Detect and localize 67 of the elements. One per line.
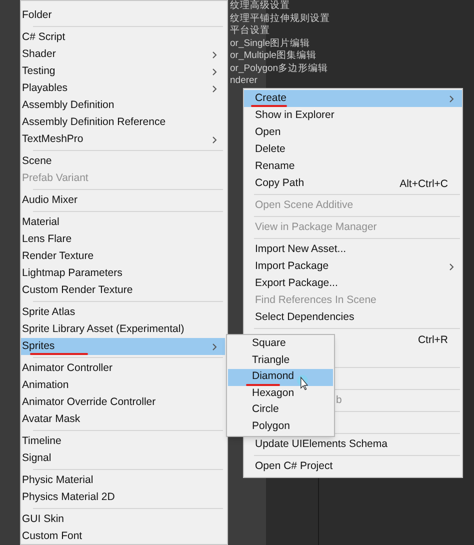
- menu-item[interactable]: GUI Skin: [21, 511, 225, 528]
- menu-item-text: b: [336, 392, 342, 408]
- menu-item[interactable]: Scene: [21, 153, 225, 170]
- menu-item[interactable]: TextMeshPro: [21, 131, 225, 148]
- shortcut-label: Ctrl+R: [418, 333, 448, 348]
- menu-item[interactable]: Copy Path Alt+Ctrl+C: [244, 175, 462, 192]
- menu-item[interactable]: Triangle: [228, 352, 333, 369]
- menu-item[interactable]: Export Package...: [244, 275, 462, 292]
- menu-item[interactable]: Shader: [21, 46, 225, 63]
- underline-mark: [251, 105, 287, 107]
- menu-item[interactable]: Select Dependencies: [244, 309, 462, 326]
- menu-item[interactable]: Open: [244, 124, 462, 141]
- menu-item[interactable]: Render Texture: [21, 248, 225, 265]
- chevron-right-icon: [212, 50, 217, 58]
- menu-item[interactable]: Sprite Library Asset (Experimental): [21, 321, 225, 338]
- menu-item[interactable]: Audio Mixer: [21, 192, 225, 209]
- menu-item[interactable]: Avatar Mask: [21, 411, 225, 428]
- menu-item[interactable]: Square: [228, 336, 333, 352]
- menu-item[interactable]: Hexagon: [228, 386, 333, 402]
- menu-item[interactable]: Assembly Definition: [21, 97, 225, 114]
- tree-item[interactable]: or_Polygon多边形编辑: [228, 62, 328, 75]
- menu-item[interactable]: Custom Font: [21, 528, 225, 544]
- underline-mark: [30, 353, 88, 355]
- tree-item[interactable]: or_Single图片编辑: [228, 38, 310, 50]
- menu-item[interactable]: Physics Material 2D: [21, 489, 225, 506]
- menu-item[interactable]: Rename: [244, 158, 462, 175]
- menu-item[interactable]: Delete: [244, 141, 462, 158]
- menu-item[interactable]: Animator Override Controller: [21, 394, 225, 411]
- chevron-right-icon: [212, 84, 217, 92]
- menu-item[interactable]: Open C# Project: [244, 458, 462, 475]
- menu-item[interactable]: Animator Controller: [21, 360, 225, 377]
- menu-item[interactable]: Lightmap Parameters: [21, 265, 225, 282]
- menu-item[interactable]: Circle: [228, 402, 333, 418]
- tree-item[interactable]: nderer: [228, 75, 258, 88]
- menu-item[interactable]: Material: [21, 214, 225, 231]
- menu-item[interactable]: Animation: [21, 377, 225, 394]
- menu-item[interactable]: Sprites: [21, 338, 225, 355]
- menu-item[interactable]: Timeline: [21, 433, 225, 450]
- tree-item[interactable]: 纹理平铺拉伸规则设置: [228, 12, 330, 25]
- menu-item[interactable]: Playables: [21, 80, 225, 97]
- tree-item[interactable]: or_Multiple图集编辑: [228, 50, 316, 62]
- menu-item[interactable]: Lens Flare: [21, 231, 225, 248]
- chevron-right-icon: [212, 342, 217, 350]
- menu-item[interactable]: Polygon: [228, 418, 333, 435]
- menu-item[interactable]: Create: [244, 90, 462, 107]
- chevron-right-icon: [449, 94, 454, 102]
- menu-item[interactable]: Sprite Atlas: [21, 304, 225, 321]
- underline-mark: [246, 384, 280, 386]
- chevron-right-icon: [449, 262, 454, 270]
- menu-item[interactable]: Import Package: [244, 258, 462, 275]
- shortcut-label: Alt+Ctrl+C: [400, 177, 448, 192]
- menu-item[interactable]: Folder: [21, 7, 225, 24]
- menu-item[interactable]: Testing: [21, 63, 225, 80]
- menu-item[interactable]: Show in Explorer: [244, 107, 462, 124]
- menu-item[interactable]: Update UIElements Schema: [244, 436, 462, 453]
- tree-item[interactable]: 平台设置: [228, 25, 270, 38]
- menu-item[interactable]: Signal: [21, 450, 225, 467]
- cursor-icon: [297, 375, 311, 392]
- menu-item[interactable]: Import New Asset...: [244, 241, 462, 258]
- menu-item[interactable]: C# Script: [21, 29, 225, 46]
- menu-item[interactable]: Assembly Definition Reference: [21, 114, 225, 131]
- menu-item[interactable]: Diamond: [228, 369, 333, 386]
- menu-item[interactable]: Custom Render Texture: [21, 282, 225, 299]
- chevron-right-icon: [212, 68, 217, 76]
- chevron-right-icon: [212, 136, 217, 144]
- tree-item[interactable]: 纹理高级设置: [228, 0, 290, 12]
- menu-item[interactable]: Physic Material: [21, 472, 225, 489]
